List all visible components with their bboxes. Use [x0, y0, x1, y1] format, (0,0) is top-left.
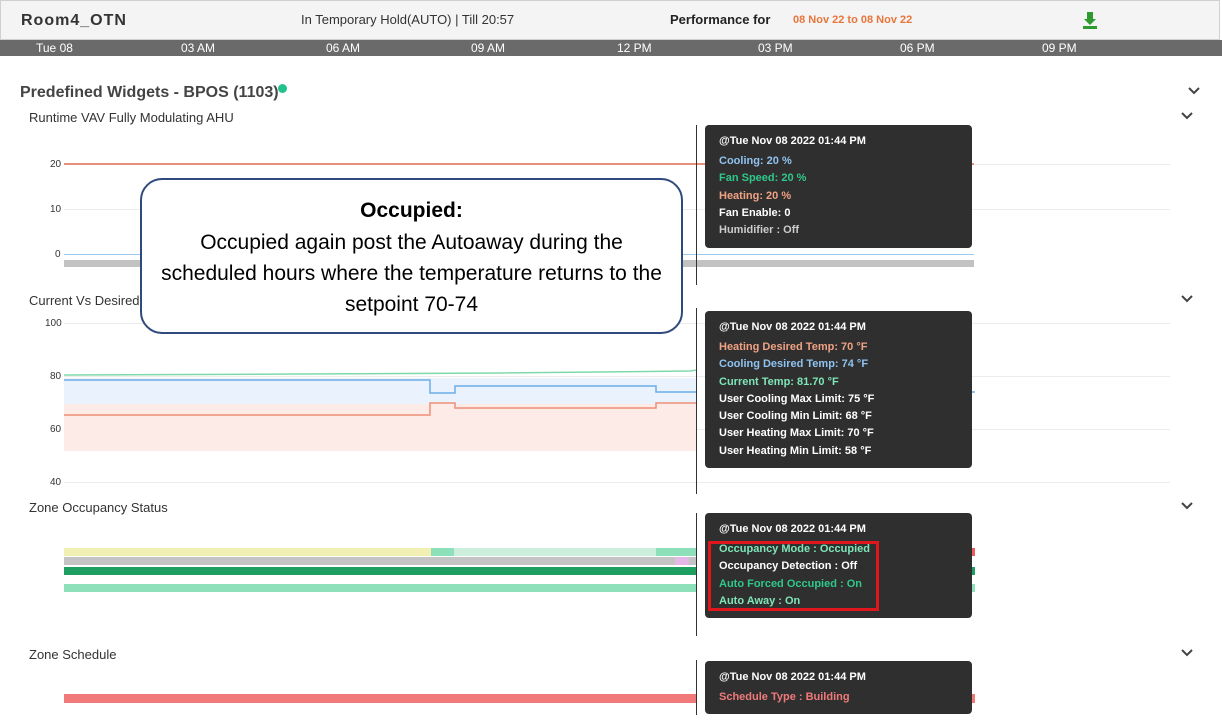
y-tick: 20 [50, 159, 62, 170]
tooltip-timestamp: @Tue Nov 08 2022 01:44 PM [719, 671, 866, 683]
tooltip-heating: Heating: 20 % [719, 189, 792, 202]
time-label: 03 PM [758, 41, 793, 55]
tooltip-temp: @Tue Nov 08 2022 01:44 PM Heating Desire… [705, 311, 972, 468]
occupancy-mode-bar [431, 548, 454, 556]
schedule-bar-tail [972, 694, 975, 703]
top-bar: Room4_OTN In Temporary Hold(AUTO) | Till… [0, 0, 1220, 40]
time-label: 06 PM [900, 41, 935, 55]
tooltip-cooling-min: User Cooling Min Limit: 68 °F [719, 410, 872, 423]
section-title: Predefined Widgets - BPOS (1103) [20, 84, 279, 101]
online-status-dot [278, 84, 287, 93]
y-tick: 80 [50, 371, 62, 382]
hover-cursor-line [696, 513, 697, 636]
heating-limit-band [64, 404, 697, 451]
widget-title-temp: Current Vs Desired [29, 293, 140, 308]
tooltip-fan-speed: Fan Speed: 20 % [719, 172, 807, 185]
tooltip-runtime: @Tue Nov 08 2022 01:44 PM Cooling: 20 % … [705, 125, 972, 248]
tooltip-cooling-max: User Cooling Max Limit: 75 °F [719, 392, 875, 405]
room-title: Room4_OTN [21, 12, 127, 29]
tooltip-schedule-type: Schedule Type : Building [719, 691, 850, 703]
widget-title-schedule: Zone Schedule [29, 647, 117, 662]
occupancy-mode-bar [454, 548, 656, 556]
chevron-down-icon[interactable] [1180, 648, 1194, 658]
tooltip-heating-max: User Heating Max Limit: 70 °F [719, 427, 874, 440]
tooltip-cooling: Cooling: 20 % [719, 155, 792, 167]
hold-status: In Temporary Hold(AUTO) | Till 20:57 [301, 12, 515, 27]
current-temp-line [63, 369, 698, 376]
cooling-limit-band [64, 378, 697, 404]
time-label: Tue 08 [36, 41, 73, 55]
y-tick: 40 [50, 477, 62, 488]
time-label: 09 PM [1042, 41, 1077, 55]
hover-cursor-line [696, 660, 697, 715]
callout-heading: Occupied: [360, 199, 463, 222]
occupancy-mode-bar [64, 548, 431, 556]
auto-forced-occupied-bar-tail [972, 567, 975, 575]
tooltip-heating-min: User Heating Min Limit: 58 °F [719, 444, 872, 457]
grid-line [64, 482, 1170, 483]
chevron-down-icon[interactable] [1187, 86, 1201, 96]
widget-title-runtime: Runtime VAV Fully Modulating AHU [29, 110, 234, 125]
widget-title-occupancy: Zone Occupancy Status [29, 500, 168, 515]
time-label: 06 AM [326, 41, 361, 55]
hover-cursor-line [696, 308, 697, 494]
date-range-picker[interactable]: 08 Nov 22 to 08 Nov 22 [793, 14, 912, 26]
tooltip-timestamp: @Tue Nov 08 2022 01:44 PM [719, 135, 866, 147]
y-tick: 100 [45, 318, 62, 329]
temperature-series [63, 369, 975, 416]
occupancy-mode-bar [656, 548, 697, 556]
time-axis-bar: Tue 08 03 AM 06 AM 09 AM 12 PM 03 PM 06 … [0, 40, 1222, 56]
tooltip-current-temp: Current Temp: 81.70 °F [719, 375, 839, 388]
auto-away-bar [64, 584, 697, 592]
tooltip-schedule: @Tue Nov 08 2022 01:44 PM Schedule Type … [705, 661, 972, 714]
chevron-down-icon[interactable] [1180, 501, 1194, 511]
auto-forced-occupied-bar [64, 567, 697, 575]
chevron-down-icon[interactable] [1180, 111, 1194, 121]
callout-body: Occupied again post the Autoaway during … [161, 231, 662, 316]
occupancy-mode-bar-tail [972, 548, 975, 556]
performance-label: Performance for [670, 12, 771, 27]
tooltip-timestamp: @Tue Nov 08 2022 01:44 PM [719, 523, 866, 535]
schedule-bar [64, 694, 697, 703]
grid-line [64, 376, 1170, 377]
chevron-down-icon[interactable] [1180, 294, 1194, 304]
y-tick: 0 [55, 249, 61, 260]
auto-away-bar-tail [972, 584, 975, 592]
tooltip-fan-enable: Fan Enable: 0 [719, 206, 791, 219]
y-tick: 60 [50, 424, 62, 435]
download-icon[interactable] [1082, 11, 1098, 29]
tooltip-heating-desired: Heating Desired Temp: 70 °F [719, 341, 868, 353]
y-tick: 10 [50, 204, 62, 215]
time-label: 09 AM [471, 41, 506, 55]
hover-cursor-line [696, 125, 697, 285]
annotation-callout: Occupied: Occupied again post the Autoaw… [140, 178, 683, 334]
time-label: 03 AM [181, 41, 216, 55]
occupancy-detection-bar [64, 557, 697, 565]
occupancy-detection-marker [675, 557, 689, 565]
highlight-box [708, 541, 879, 611]
tooltip-cooling-desired: Cooling Desired Temp: 74 °F [719, 358, 869, 371]
tooltip-timestamp: @Tue Nov 08 2022 01:44 PM [719, 321, 866, 333]
time-label: 12 PM [617, 41, 652, 55]
tooltip-humidifier: Humidifier : Off [719, 224, 800, 237]
